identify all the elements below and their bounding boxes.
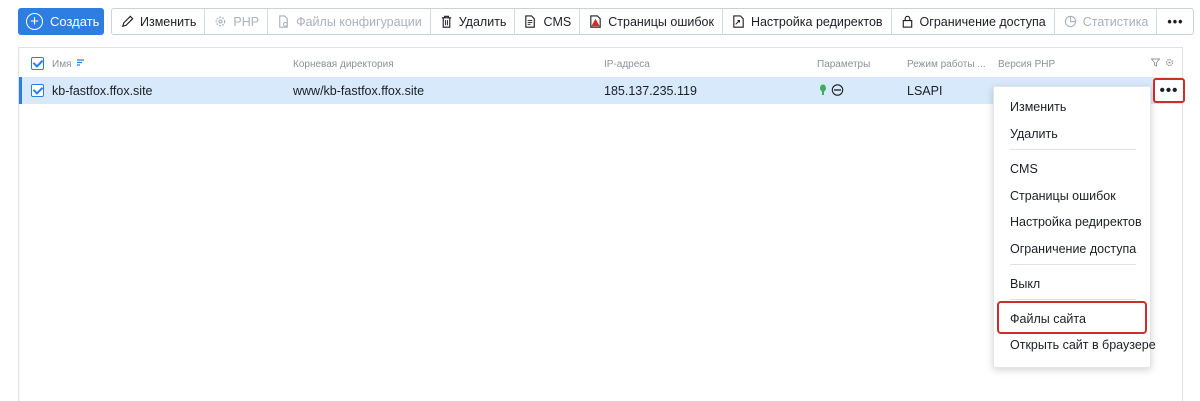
menu-item-off[interactable]: Выкл <box>1010 277 1040 291</box>
error-pages-label: Страницы ошибок <box>608 14 714 29</box>
redirects-label: Настройка редиректов <box>750 14 883 29</box>
delete-button[interactable]: Удалить <box>431 9 516 34</box>
config-files-label: Файлы конфигурации <box>296 14 422 29</box>
edit-label: Изменить <box>140 14 197 29</box>
edit-button[interactable]: Изменить <box>112 9 206 34</box>
access-limit-button[interactable]: Ограничение доступа <box>892 9 1055 34</box>
menu-divider <box>1010 299 1136 300</box>
column-mode[interactable]: Режим работы ... <box>907 59 986 70</box>
menu-item-edit[interactable]: Изменить <box>1010 100 1066 114</box>
cms-icon <box>525 15 536 28</box>
cms-label: CMS <box>543 14 572 29</box>
select-all-checkbox[interactable] <box>31 57 44 70</box>
mode-value: LSAPI <box>907 84 943 98</box>
sort-icon[interactable] <box>76 58 85 67</box>
gear-icon <box>216 16 226 27</box>
error-pages-button[interactable]: Страницы ошибок <box>580 9 723 34</box>
menu-item-delete[interactable]: Удалить <box>1010 127 1058 141</box>
access-limit-label: Ограничение доступа <box>919 14 1046 29</box>
toolbar-actions: Изменить PHP Файлы конфигурации Удалить … <box>111 8 1195 35</box>
column-params[interactable]: Параметры <box>817 59 870 70</box>
table-header: Имя Корневая директория IP-адреса Параме… <box>19 48 1182 77</box>
php-button[interactable]: PHP <box>205 9 269 34</box>
create-label: Создать <box>50 14 100 29</box>
column-name[interactable]: Имя <box>52 59 71 70</box>
column-root-dir[interactable]: Корневая директория <box>293 59 394 70</box>
filter-icon[interactable] <box>1151 58 1160 67</box>
pie-chart-icon <box>1064 15 1076 28</box>
file-gear-icon <box>279 15 288 28</box>
redirects-button[interactable]: Настройка редиректов <box>723 9 892 34</box>
config-files-button[interactable]: Файлы конфигурации <box>268 9 431 34</box>
column-ip[interactable]: IP-адреса <box>604 59 650 70</box>
statistics-button[interactable]: Статистика <box>1055 9 1158 34</box>
statistics-label: Статистика <box>1082 14 1149 29</box>
row-actions-button[interactable]: ••• <box>1153 78 1185 103</box>
column-php-version[interactable]: Версия PHP <box>998 59 1055 70</box>
menu-item-redirects[interactable]: Настройка редиректов <box>1010 215 1142 229</box>
menu-divider <box>1010 149 1136 150</box>
site-name: kb-fastfox.ffox.site <box>52 84 153 98</box>
site-files-highlight <box>997 301 1147 334</box>
menu-divider <box>1010 264 1136 265</box>
plus-icon: + <box>26 13 43 30</box>
menu-item-access-limit[interactable]: Ограничение доступа <box>1010 242 1136 256</box>
cms-button[interactable]: CMS <box>515 9 581 34</box>
root-dir: www/kb-fastfox.ffox.site <box>293 84 425 98</box>
lock-icon <box>902 15 912 28</box>
ssl-icon <box>820 84 826 95</box>
php-label: PHP <box>233 14 260 29</box>
row-checkbox[interactable] <box>31 84 44 97</box>
menu-item-open-in-browser[interactable]: Открыть сайт в браузере <box>1010 338 1156 352</box>
menu-item-cms[interactable]: CMS <box>1010 162 1038 176</box>
php-icon <box>831 84 844 96</box>
trash-icon <box>441 15 451 28</box>
ip-address: 185.137.235.119 <box>604 84 697 98</box>
menu-item-error-pages[interactable]: Страницы ошибок <box>1010 189 1116 203</box>
warning-icon <box>590 15 601 28</box>
pencil-icon <box>121 15 134 28</box>
delete-label: Удалить <box>458 14 507 29</box>
toolbar: + Создать Изменить PHP Файлы конфигураци… <box>18 8 1195 35</box>
settings-icon[interactable] <box>1165 58 1174 67</box>
create-button[interactable]: + Создать <box>18 8 104 35</box>
redirect-icon <box>733 15 744 28</box>
more-actions-button[interactable]: ••• <box>1157 9 1193 34</box>
